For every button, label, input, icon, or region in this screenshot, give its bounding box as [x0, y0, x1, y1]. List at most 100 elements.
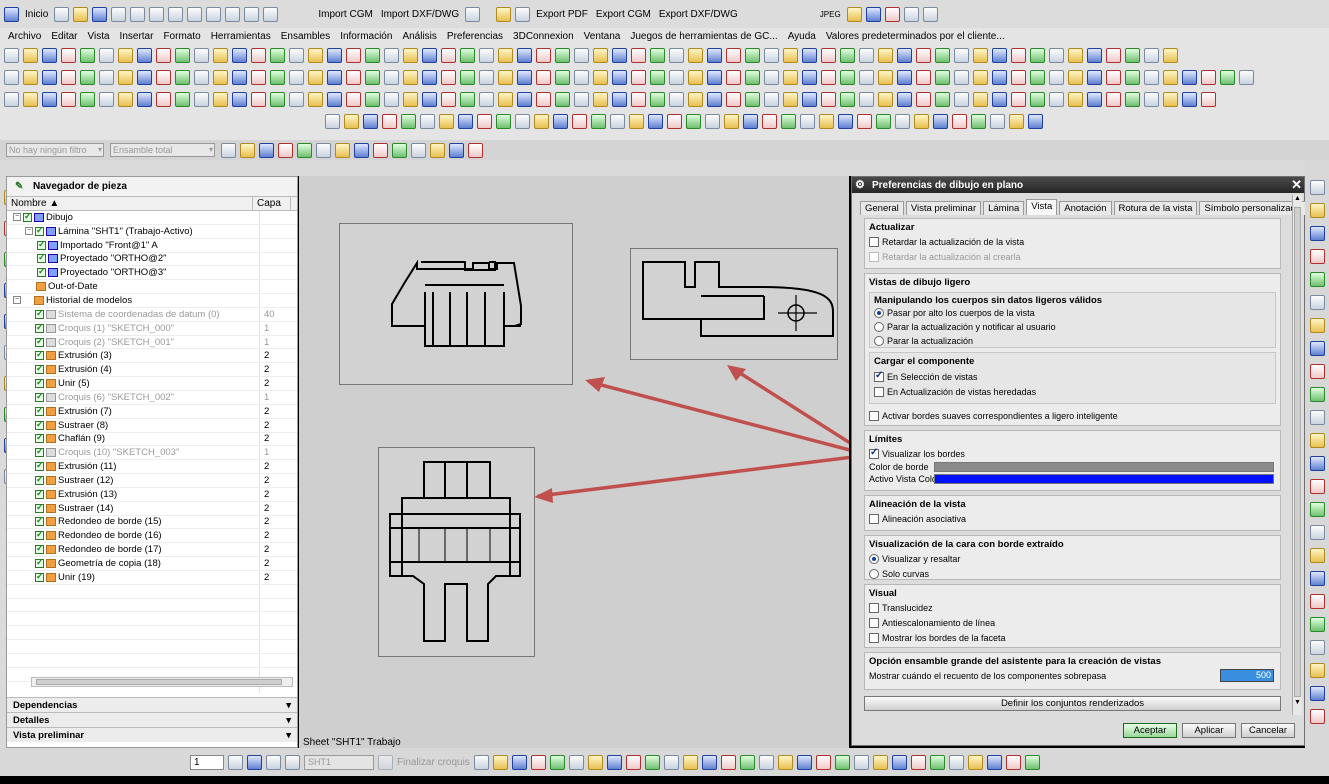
toolbar-icon[interactable]	[726, 47, 741, 63]
menu-item-3[interactable]: Insertar	[120, 31, 154, 42]
toolbar-icon[interactable]	[289, 47, 304, 63]
sketch-tool-icon[interactable]	[587, 754, 603, 770]
tree-row[interactable]: Croquis (1) "SKETCH_000" 1	[7, 321, 297, 336]
toolbar-icon[interactable]	[764, 91, 779, 107]
component-count-input[interactable]: 500	[1220, 669, 1274, 682]
toolbar-icon[interactable]	[629, 113, 644, 129]
checkmark-icon[interactable]	[37, 253, 46, 264]
toolbar-icon[interactable]	[346, 47, 361, 63]
jpeg-button[interactable]: JPEG	[818, 10, 843, 19]
toolbar-icon[interactable]	[1201, 91, 1216, 107]
toolbar-icon[interactable]	[498, 69, 513, 85]
toolbar-icon[interactable]	[1028, 113, 1043, 129]
export-pdf-button[interactable]: Export PDF	[534, 9, 590, 20]
toolbar-icon[interactable]	[1049, 69, 1064, 85]
toolbar-icon[interactable]	[363, 113, 378, 129]
toolbar-icon[interactable]	[707, 91, 722, 107]
export-dxf-button[interactable]: Export DXF/DWG	[657, 9, 740, 20]
checkmark-icon[interactable]	[35, 309, 44, 319]
toolbar-icon[interactable]	[479, 91, 494, 107]
sketch-tool-icon[interactable]	[815, 754, 831, 770]
toolbar-icon[interactable]	[1011, 69, 1026, 85]
toolbar-icon[interactable]	[553, 113, 568, 129]
toolbar-icon[interactable]	[382, 113, 397, 129]
toolbar-icon[interactable]	[726, 91, 741, 107]
menu-item-0[interactable]: Archivo	[8, 31, 41, 42]
toolbar-icon[interactable]	[422, 69, 437, 85]
checkmark-icon[interactable]	[35, 378, 44, 389]
tree-row[interactable]: Sustraer (8) 2	[7, 418, 297, 433]
toolbar-icon[interactable]	[289, 91, 304, 107]
sheet-select[interactable]: SHT1	[304, 754, 374, 770]
paste-icon[interactable]	[168, 6, 184, 22]
toolbar-icon[interactable]	[1106, 47, 1121, 63]
toolbar-icon[interactable]	[460, 91, 475, 107]
settings-icon[interactable]	[846, 6, 862, 22]
toolbar-icon[interactable]	[458, 113, 473, 129]
toolbar-icon[interactable]	[80, 91, 95, 107]
toolbar-icon[interactable]	[365, 47, 380, 63]
toolbar-icon[interactable]	[80, 69, 95, 85]
toolbar-icon[interactable]	[4, 69, 19, 85]
sketch-tool-icon[interactable]	[549, 754, 565, 770]
toolbar-icon[interactable]	[517, 47, 532, 63]
toolbar-icon[interactable]	[61, 91, 76, 107]
menu-item-12[interactable]: Juegos de herramientas de GC...	[630, 31, 777, 42]
toolbar-icon[interactable]	[156, 91, 171, 107]
toolbar-icon[interactable]	[1163, 91, 1178, 107]
toolbar-icon[interactable]	[916, 47, 931, 63]
checkmark-icon[interactable]	[35, 558, 44, 569]
tree-row[interactable]: − Lámina "SHT1" (Trabajo-Activo)	[7, 224, 297, 239]
radio-stop-notify[interactable]: Parar la actualización y notificar al us…	[870, 320, 1275, 334]
toolbar-icon[interactable]	[916, 91, 931, 107]
toolbar-icon[interactable]	[992, 69, 1007, 85]
edit-icon[interactable]	[465, 6, 481, 22]
sketch-tool-icon[interactable]	[853, 754, 869, 770]
toolbar-icon[interactable]	[840, 91, 855, 107]
toolbar-icon[interactable]	[973, 91, 988, 107]
toolbar-icon[interactable]	[80, 47, 95, 63]
checkmark-icon[interactable]	[35, 530, 44, 541]
save-icon[interactable]	[92, 6, 108, 22]
tree-row[interactable]: Redondeo de borde (15) 2	[7, 515, 297, 530]
drafting-tool-icon[interactable]	[1309, 249, 1325, 264]
toolbar-icon[interactable]	[935, 69, 950, 85]
toolbar-icon[interactable]	[555, 69, 570, 85]
toolbar-icon[interactable]	[346, 91, 361, 107]
sketch-tool-icon[interactable]	[663, 754, 679, 770]
toolbar-icon[interactable]	[194, 91, 209, 107]
border-color-swatch[interactable]	[934, 462, 1274, 472]
tree-row[interactable]: Unir (19) 2	[7, 570, 297, 585]
scope-select[interactable]: Ensamble total ▾	[110, 143, 215, 157]
toolbar-icon[interactable]	[1011, 91, 1026, 107]
menu-item-7[interactable]: Información	[340, 31, 392, 42]
toolbar-icon[interactable]	[612, 47, 627, 63]
toolbar-icon[interactable]	[251, 69, 266, 85]
toolbar-icon[interactable]	[840, 47, 855, 63]
tree-row[interactable]: Sistema de coordenadas de datum (0) 40	[7, 307, 297, 322]
font-icon[interactable]	[903, 6, 919, 22]
toolbar-icon[interactable]	[764, 69, 779, 85]
drafting-tool-icon[interactable]	[1309, 318, 1325, 333]
toolbar-icon[interactable]	[591, 113, 606, 129]
tab-0[interactable]: General	[860, 201, 904, 215]
toolbar-icon[interactable]	[1011, 47, 1026, 63]
toolbar-icon[interactable]	[859, 91, 874, 107]
toolbar-icon[interactable]	[1182, 69, 1197, 85]
navigator-pin-icon[interactable]: ✎	[15, 181, 23, 192]
drafting-tool-icon[interactable]	[1309, 594, 1325, 609]
toolbar-icon[interactable]	[401, 113, 416, 129]
sketch-tool-icon[interactable]	[777, 754, 793, 770]
toolbar-icon[interactable]	[99, 47, 114, 63]
toolbar-icon[interactable]	[650, 69, 665, 85]
toolbar-icon[interactable]	[1144, 91, 1159, 107]
toolbar-icon[interactable]	[498, 47, 513, 63]
toolbar-icon[interactable]	[688, 91, 703, 107]
toolbar-icon[interactable]	[686, 113, 701, 129]
toolbar-icon[interactable]	[118, 69, 133, 85]
view-icon[interactable]	[247, 754, 262, 770]
toolbar-icon[interactable]	[897, 47, 912, 63]
radio-show-highlight[interactable]: Visualizar y resaltar	[865, 551, 1280, 566]
copy-icon[interactable]	[149, 6, 165, 22]
toolbar-icon[interactable]	[344, 113, 359, 129]
